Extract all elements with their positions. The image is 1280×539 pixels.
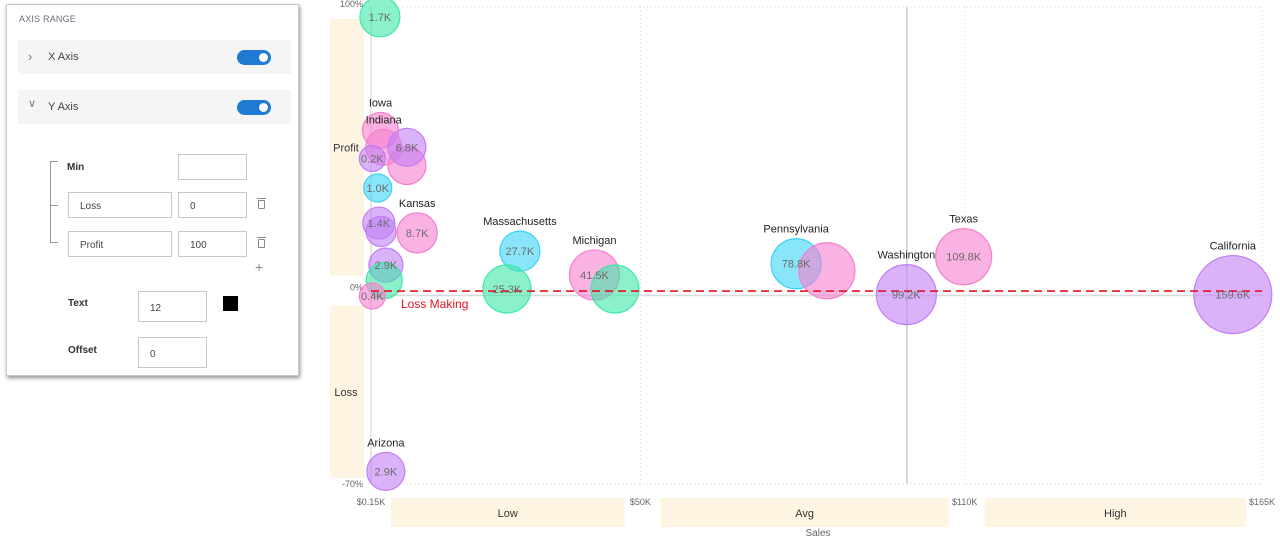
- bubble-value-label: 78.8K: [782, 259, 811, 271]
- x-axis-title: Sales: [805, 528, 830, 539]
- bubble-value-label: 27.7K: [506, 246, 535, 258]
- bubble-category-label: Washington: [878, 250, 936, 262]
- x-band-label: High: [1104, 508, 1127, 520]
- y-tick-label: 100%: [340, 0, 363, 9]
- bubble-category-label: Indiana: [366, 114, 403, 126]
- x-tick-label: $110K: [952, 497, 977, 507]
- bubble-value-label: 41.5K: [580, 270, 609, 282]
- bubble-value-label: 1.4K: [368, 218, 391, 230]
- bubble-category-label: Texas: [949, 214, 978, 226]
- bubble-category-label: Michigan: [572, 235, 616, 247]
- y-tick-label: -70%: [342, 479, 363, 489]
- bubble-category-label: Kansas: [399, 198, 436, 210]
- bubble-value-label: 159.6K: [1215, 290, 1251, 302]
- bubble-value-label: 2.9K: [375, 260, 398, 272]
- x-tick-label: $50K: [630, 497, 651, 507]
- bubble-value-label: 6.8K: [396, 142, 419, 154]
- loss-making-label: Loss Making: [401, 297, 468, 311]
- bubble-category-label: Iowa: [369, 97, 393, 109]
- bubble-value-label: 25.3K: [493, 284, 522, 296]
- bubble-value-label: 2.9K: [375, 466, 398, 478]
- bubble-chart: ProfitLossLow Avg High 100%0%-70%$0.15K $50…: [330, 0, 1275, 539]
- y-band-label: Loss: [334, 387, 358, 399]
- y-band-label: Profit: [333, 142, 359, 154]
- bubble-value-label: 8.7K: [406, 228, 429, 240]
- bubble-category-label: Arizona: [367, 437, 405, 449]
- bubble-value-label: 0.4K: [361, 291, 384, 303]
- bubble-value-label: 99.2K: [892, 290, 921, 302]
- bubble-category-label: California: [1210, 241, 1257, 253]
- bubble-value-label: 0.2K: [361, 154, 384, 166]
- bubble-category-label: Pennsylvania: [763, 224, 829, 236]
- bubble-value-label: 1.0K: [366, 183, 389, 195]
- x-band-label: Low: [498, 508, 518, 520]
- bubble-value-label: 1.7K: [369, 12, 392, 24]
- x-band-label: Avg: [795, 508, 814, 520]
- bubble-value-label: 109.8K: [946, 252, 982, 264]
- x-tick-label: $0.15K: [357, 497, 386, 507]
- bubble-category-label: Massachusetts: [483, 216, 557, 228]
- x-tick-label: $165K: [1249, 497, 1275, 507]
